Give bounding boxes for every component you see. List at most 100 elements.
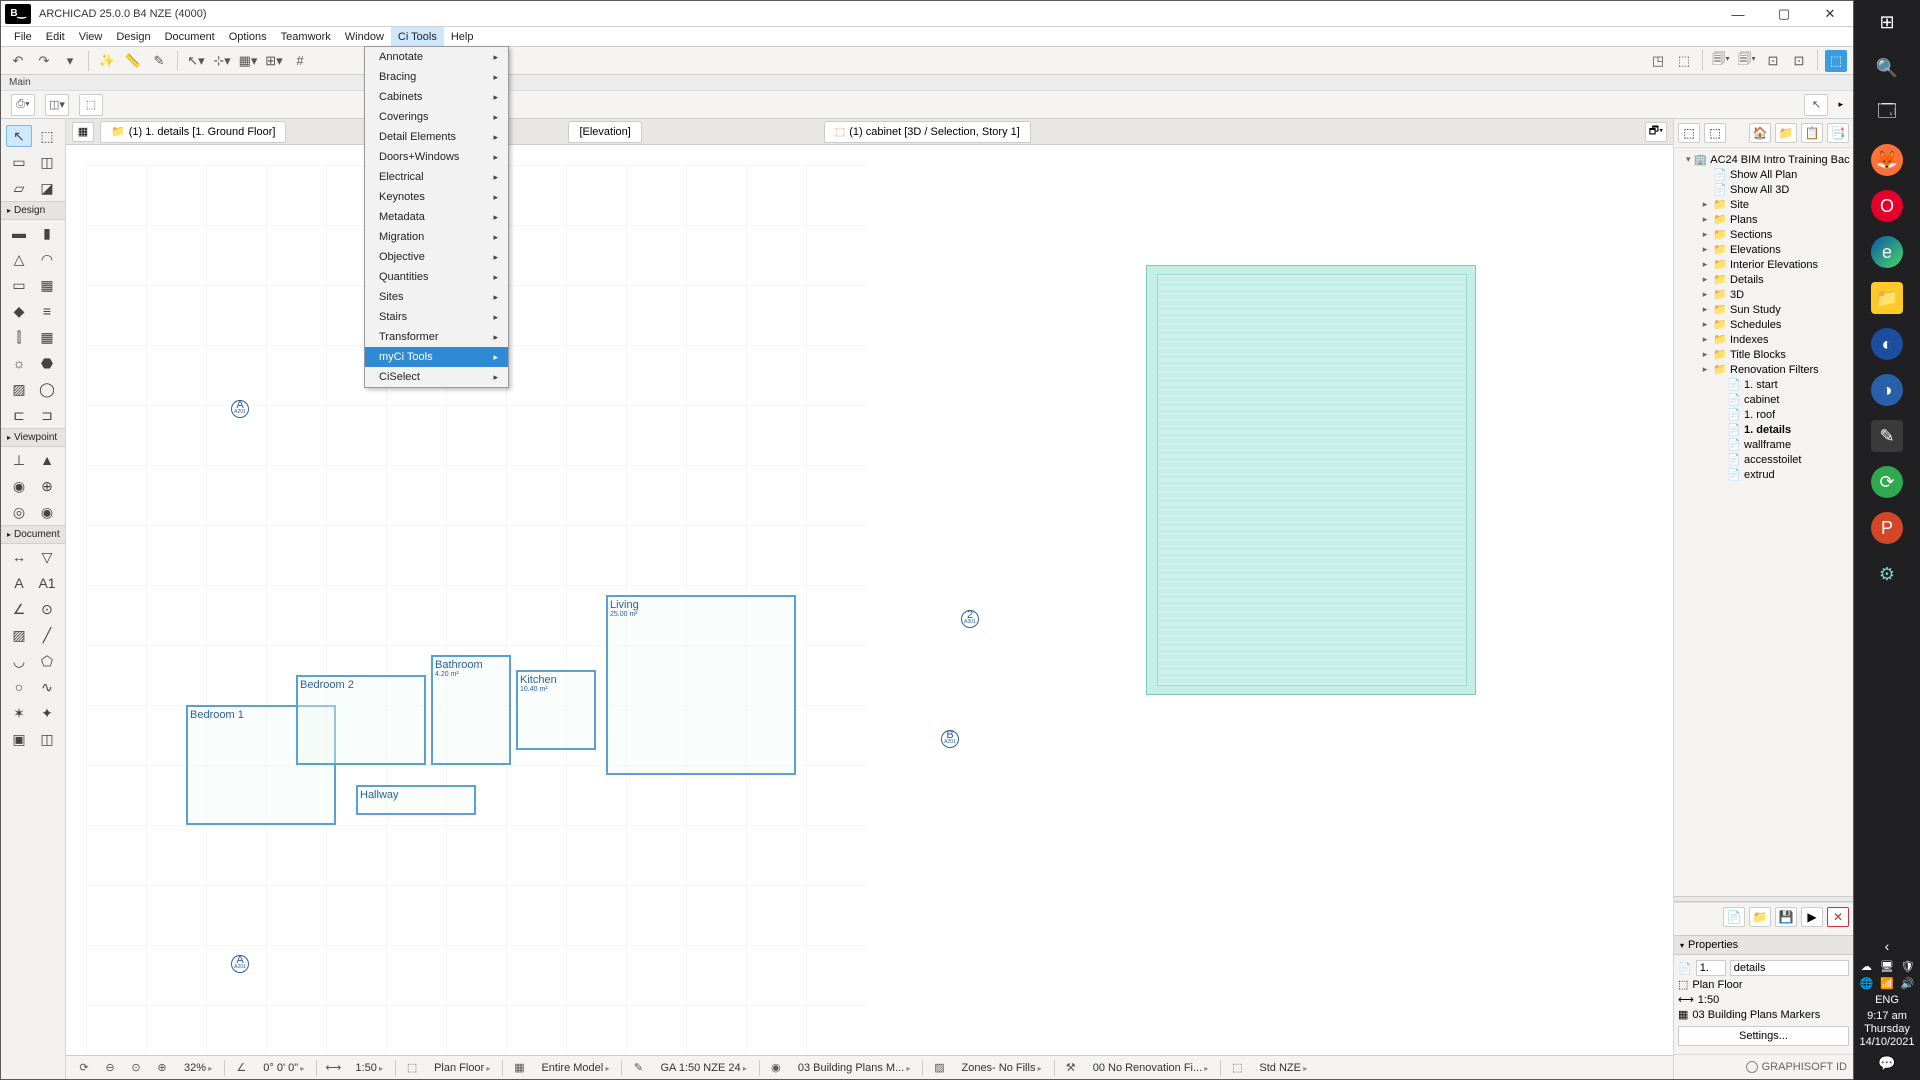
tree-item-details[interactable]: ▸📁Details xyxy=(1676,272,1851,287)
dropdown-item-quantities[interactable]: Quantities▸ xyxy=(365,267,508,287)
tool-poly[interactable]: ⬠ xyxy=(34,650,60,672)
tool-beam[interactable]: ▭ xyxy=(6,274,32,296)
tree-root[interactable]: ▾🏢 AC24 BIM Intro Training Bac xyxy=(1676,152,1851,167)
tray-net-icon[interactable]: 🌐 xyxy=(1858,977,1875,990)
nav-btn1[interactable]: ⬚ xyxy=(1678,123,1700,143)
tab-floor-plan[interactable]: 📁 (1) 1. details [1. Ground Floor] xyxy=(100,121,286,143)
tool-rail[interactable]: ⫿ xyxy=(6,326,32,348)
tool-line[interactable]: ╱ xyxy=(34,624,60,646)
tab-elevation[interactable]: [Elevation] xyxy=(568,121,641,143)
graphisoft-id[interactable]: GRAPHISOFT ID xyxy=(1674,1054,1853,1079)
tree-item-interior-elevations[interactable]: ▸📁Interior Elevations xyxy=(1676,257,1851,272)
tray-language[interactable]: ENG xyxy=(1858,994,1916,1006)
dropdown-item-detail-elements[interactable]: Detail Elements▸ xyxy=(365,127,508,147)
sub-btn2[interactable]: ◫▾ xyxy=(45,94,69,116)
sb-zones[interactable]: Zones- No Fills xyxy=(955,1062,1047,1074)
tree-item-cabinet[interactable]: 📄cabinet xyxy=(1676,392,1851,407)
tree-item-show-all-3d[interactable]: 📄Show All 3D xyxy=(1676,182,1851,197)
tool-r1-icon[interactable]: ◳ xyxy=(1647,50,1669,72)
sb-pen-icon[interactable]: ✎ xyxy=(628,1059,648,1077)
explorer-icon[interactable]: 📁 xyxy=(1871,282,1903,314)
tool-det2[interactable]: ◉ xyxy=(34,501,60,523)
palette-section-design[interactable]: Design xyxy=(1,201,65,220)
tree-item-elevations[interactable]: ▸📁Elevations xyxy=(1676,242,1851,257)
sb-markers[interactable]: 03 Building Plans M... xyxy=(792,1062,917,1074)
sb-zoom-in-icon[interactable]: ⊕ xyxy=(152,1059,172,1077)
sb-layer[interactable]: Plan Floor xyxy=(428,1062,496,1074)
dropdown-item-coverings[interactable]: Coverings▸ xyxy=(365,107,508,127)
settings-button[interactable]: Settings... xyxy=(1678,1026,1849,1046)
tool-grid2-dd[interactable]: ⊞▾ xyxy=(263,50,285,72)
sb-coord[interactable]: 0° 0' 0" xyxy=(257,1062,310,1074)
tool-wall3d2[interactable]: ◪ xyxy=(34,177,60,199)
tree-item-show-all-plan[interactable]: 📄Show All Plan xyxy=(1676,167,1851,182)
nav-save-icon[interactable]: 💾 xyxy=(1775,907,1797,927)
tray-monitor-icon[interactable]: 🖥 xyxy=(1879,960,1896,973)
tool-rad[interactable]: ⊙ xyxy=(34,598,60,620)
tree-item-renovation-filters[interactable]: ▸📁Renovation Filters xyxy=(1676,362,1851,377)
tree-item-sun-study[interactable]: ▸📁Sun Study xyxy=(1676,302,1851,317)
menu-edit[interactable]: Edit xyxy=(39,27,72,46)
sb-zoom[interactable]: 32% xyxy=(178,1062,218,1074)
tree-item-title-blocks[interactable]: ▸📁Title Blocks xyxy=(1676,347,1851,362)
tool-fill[interactable]: ▨ xyxy=(6,624,32,646)
dropdown-item-ciselect[interactable]: CiSelect▸ xyxy=(365,367,508,387)
properties-header[interactable]: Properties xyxy=(1674,935,1853,955)
tree-item-sections[interactable]: ▸📁Sections xyxy=(1676,227,1851,242)
nav-delete-icon[interactable]: ✕ xyxy=(1827,907,1849,927)
tool-lev[interactable]: ▽ xyxy=(34,546,60,568)
maximize-button[interactable]: ▢ xyxy=(1761,1,1807,27)
dropdown-item-cabinets[interactable]: Cabinets▸ xyxy=(365,87,508,107)
dropdown-item-doors-windows[interactable]: Doors+Windows▸ xyxy=(365,147,508,167)
menu-help[interactable]: Help xyxy=(444,27,481,46)
nav-btn2[interactable]: ⬚ xyxy=(1704,123,1726,143)
tool-r2-icon[interactable]: ⬚ xyxy=(1673,50,1695,72)
tray-vol-icon[interactable]: 🔊 xyxy=(1899,977,1916,990)
sb-reno-icon[interactable]: ⚒ xyxy=(1061,1059,1081,1077)
tool-grid3[interactable]: # xyxy=(289,50,311,72)
tool-fig[interactable]: ✦ xyxy=(34,702,60,724)
sub-arrow-dd[interactable]: ▸ xyxy=(1838,99,1843,110)
menu-teamwork[interactable]: Teamwork xyxy=(274,27,338,46)
close-button[interactable]: ✕ xyxy=(1807,1,1853,27)
redo-button[interactable]: ↷ xyxy=(33,50,55,72)
tool-arc[interactable]: ◡ xyxy=(6,650,32,672)
tool-r5-icon[interactable]: ⊡ xyxy=(1762,50,1784,72)
opera-icon[interactable]: O xyxy=(1871,190,1903,222)
tool-ie[interactable]: ◉ xyxy=(6,475,32,497)
edge-icon[interactable]: e xyxy=(1871,236,1903,268)
tool-roof[interactable]: △ xyxy=(6,248,32,270)
tool-r7-icon[interactable]: ⬚ xyxy=(1825,50,1847,72)
tool-morph[interactable]: ◆ xyxy=(6,300,32,322)
tool-window[interactable]: ⊐ xyxy=(34,404,60,426)
sb-reno[interactable]: 00 No Renovation Fi... xyxy=(1087,1062,1215,1074)
menu-file[interactable]: File xyxy=(7,27,39,46)
tool-cw[interactable]: ▦ xyxy=(34,326,60,348)
tab-3d[interactable]: ⬚ (1) cabinet [3D / Selection, Story 1] xyxy=(824,121,1031,143)
tray-cloud-icon[interactable]: ☁ xyxy=(1858,960,1875,973)
sb-zoom-out-icon[interactable]: ⊖ xyxy=(100,1059,120,1077)
sb-layer-icon[interactable]: ⬚ xyxy=(402,1059,422,1077)
tray-clock[interactable]: 9:17 am Thursday 14/10/2021 xyxy=(1858,1010,1916,1049)
menu-options[interactable]: Options xyxy=(222,27,274,46)
sb-refresh-icon[interactable]: ⟳ xyxy=(74,1059,94,1077)
tree-item-3d[interactable]: ▸📁3D xyxy=(1676,287,1851,302)
nav-btn5[interactable]: 📋 xyxy=(1801,123,1823,143)
tool-sec[interactable]: ⊥ xyxy=(6,449,32,471)
search-icon[interactable]: 🔍 xyxy=(1871,52,1903,84)
tree-item-indexes[interactable]: ▸📁Indexes xyxy=(1676,332,1851,347)
sb-zoom-fit-icon[interactable]: ⊙ xyxy=(126,1059,146,1077)
tray-notifications-icon[interactable]: 💬 xyxy=(1858,1055,1916,1072)
tool-grid-dd[interactable]: ▦▾ xyxy=(237,50,259,72)
tool-dim[interactable]: ↔ xyxy=(6,546,32,568)
tool-shell[interactable]: ◠ xyxy=(34,248,60,270)
tray-shield-icon[interactable]: 🛡 xyxy=(1899,960,1916,973)
tool-ws[interactable]: ⊕ xyxy=(34,475,60,497)
menu-design[interactable]: Design xyxy=(109,27,157,46)
dropdown-item-metadata[interactable]: Metadata▸ xyxy=(365,207,508,227)
tree-item-extrud[interactable]: 📄extrud xyxy=(1676,467,1851,482)
sub-btn3[interactable]: ⬚ xyxy=(79,94,103,116)
sub-arrow[interactable]: ↖ xyxy=(1804,94,1828,116)
tool-obj[interactable]: ⬣ xyxy=(34,352,60,374)
sub-btn1[interactable]: ⎙▾ xyxy=(11,94,35,116)
